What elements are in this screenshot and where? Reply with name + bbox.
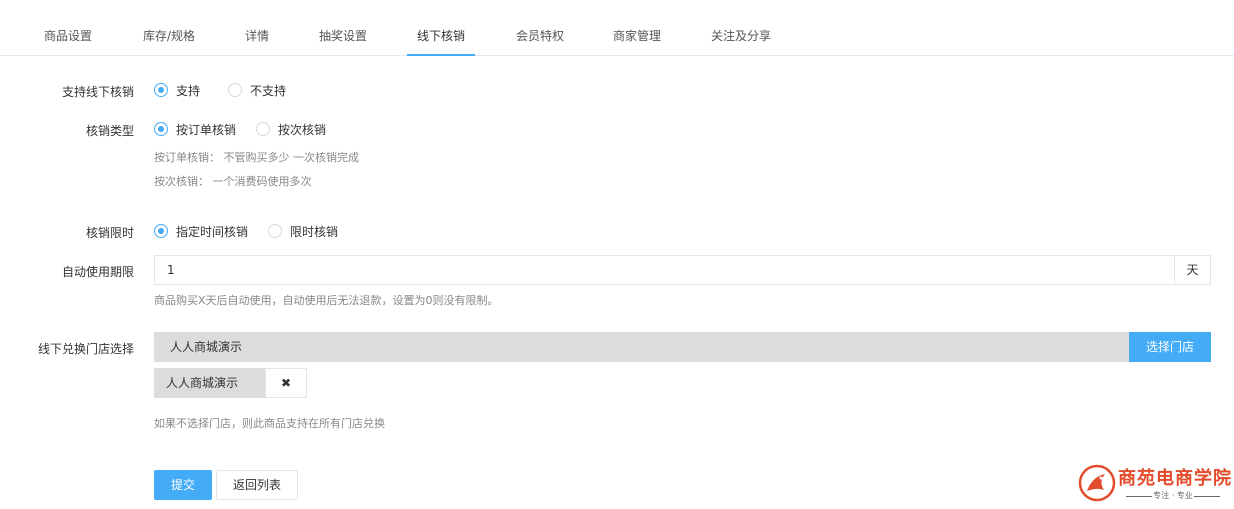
radio-by-count-label: 按次核销 bbox=[278, 122, 327, 137]
radio-time-limited[interactable]: 限时核销 bbox=[268, 223, 338, 240]
auto-use-input-group: 天 bbox=[154, 255, 1211, 285]
radio-checked-icon bbox=[154, 224, 168, 238]
radio-support-label: 支持 bbox=[176, 83, 201, 98]
radio-checked-icon bbox=[154, 83, 168, 97]
radio-unchecked-icon bbox=[228, 83, 243, 97]
verify-type-help-order: 按订单核销： 不管购买多少 一次核销完成 bbox=[154, 151, 359, 164]
select-store-button[interactable]: 选择门店 bbox=[1129, 332, 1211, 362]
tab-offline-verify[interactable]: 线下核销 bbox=[407, 0, 475, 56]
radio-specified-time[interactable]: 指定时间核销 bbox=[154, 223, 248, 240]
support-offline-label: 支持线下核销 bbox=[61, 85, 134, 99]
auto-use-label: 自动使用期限 bbox=[61, 265, 134, 279]
radio-not-support[interactable]: 不支持 bbox=[228, 82, 286, 99]
tab-details[interactable]: 详情 bbox=[241, 0, 273, 55]
store-chip-name: 人人商城演示 bbox=[154, 368, 265, 398]
radio-by-count[interactable]: 按次核销 bbox=[256, 121, 326, 138]
radio-time-limited-label: 限时核销 bbox=[290, 224, 339, 239]
verify-type-help-count: 按次核销： 一个消费码使用多次 bbox=[154, 175, 312, 188]
remove-store-icon[interactable]: ✖ bbox=[265, 368, 307, 398]
support-offline-radio-group: 支持 不支持 bbox=[154, 82, 306, 98]
auto-use-help: 商品购买X天后自动使用，自动使用后无法退款，设置为0则没有限制。 bbox=[154, 294, 499, 307]
tab-merchant-management[interactable]: 商家管理 bbox=[609, 0, 665, 55]
tab-stock-specs[interactable]: 库存/规格 bbox=[138, 0, 200, 55]
back-to-list-button[interactable]: 返回列表 bbox=[216, 470, 298, 500]
tab-follow-share[interactable]: 关注及分享 bbox=[707, 0, 775, 55]
submit-button[interactable]: 提交 bbox=[154, 470, 212, 500]
radio-unchecked-icon bbox=[268, 224, 283, 238]
radio-specified-time-label: 指定时间核销 bbox=[176, 224, 249, 239]
tab-member-privileges[interactable]: 会员特权 bbox=[512, 0, 568, 55]
brand-slogan: 专注 · 专业 bbox=[1118, 490, 1228, 502]
dragon-emblem-icon bbox=[1078, 464, 1116, 502]
tab-goods-settings[interactable]: 商品设置 bbox=[40, 0, 96, 55]
brand-logo: 商苑电商学院 专注 · 专业 bbox=[1078, 462, 1232, 504]
radio-by-order-label: 按订单核销 bbox=[176, 122, 237, 137]
tab-lottery-settings[interactable]: 抽奖设置 bbox=[315, 0, 371, 55]
radio-checked-icon bbox=[154, 122, 168, 136]
radio-by-order[interactable]: 按订单核销 bbox=[154, 121, 236, 138]
radio-support[interactable]: 支持 bbox=[154, 82, 200, 99]
store-chip: 人人商城演示 ✖ bbox=[154, 368, 307, 398]
radio-unchecked-icon bbox=[256, 122, 271, 136]
selected-store-display: 人人商城演示 bbox=[154, 332, 1129, 362]
brand-logo-text: 商苑电商学院 bbox=[1118, 468, 1232, 489]
store-select-label: 线下兑换门店选择 bbox=[37, 342, 134, 356]
days-unit-addon: 天 bbox=[1174, 255, 1211, 285]
verify-limit-label: 核销限时 bbox=[85, 226, 134, 240]
verify-type-label: 核销类型 bbox=[85, 124, 134, 138]
verify-type-radio-group: 按订单核销 按次核销 bbox=[154, 121, 346, 137]
store-help: 如果不选择门店，则此商品支持在所有门店兑换 bbox=[154, 417, 385, 430]
auto-use-days-input[interactable] bbox=[154, 255, 1174, 285]
radio-not-support-label: 不支持 bbox=[250, 83, 287, 98]
verify-limit-radio-group: 指定时间核销 限时核销 bbox=[154, 223, 358, 239]
tab-bar: 商品设置 库存/规格 详情 抽奖设置 线下核销 会员特权 商家管理 关注及分享 bbox=[0, 0, 1234, 56]
